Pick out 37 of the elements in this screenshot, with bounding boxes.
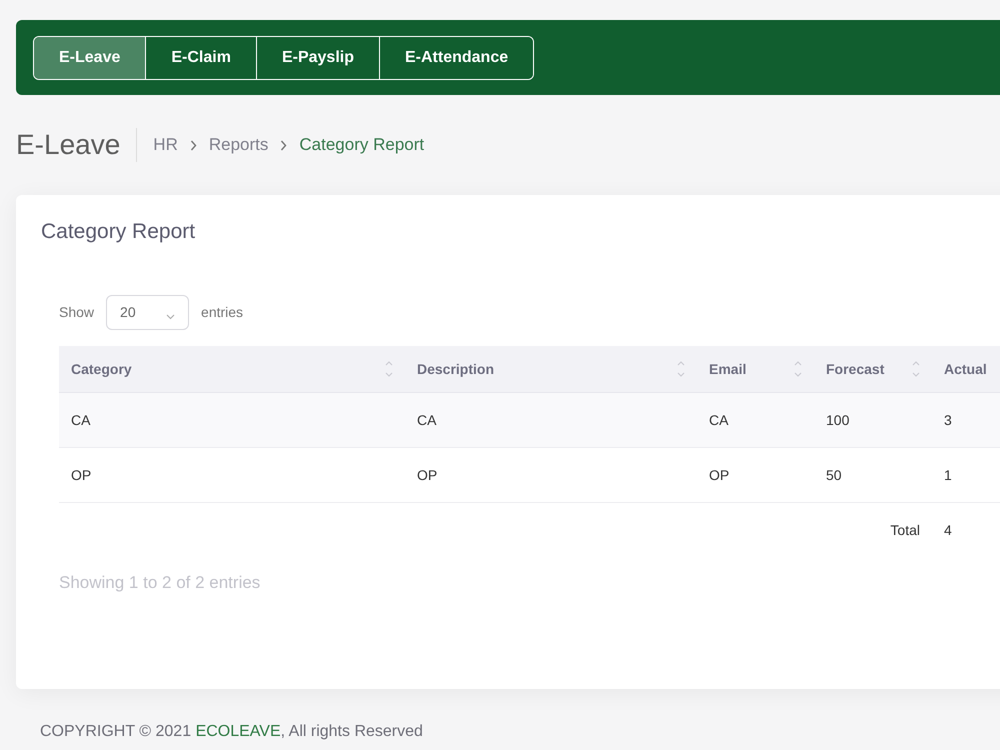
table-cell-text: CA bbox=[417, 410, 436, 430]
table-cell-text: OP bbox=[709, 466, 730, 484]
nav-tab[interactable]: E-Attendance bbox=[378, 36, 534, 78]
column-header[interactable]: Email bbox=[697, 346, 814, 392]
sort-icon bbox=[912, 359, 920, 379]
chevron-right-icon bbox=[280, 140, 288, 150]
breadcrumb-item[interactable]: HR bbox=[153, 132, 178, 158]
table-cell-text: 1 bbox=[944, 466, 952, 484]
table-cell-text: CA bbox=[71, 410, 90, 430]
nav-tab[interactable]: E-Leave bbox=[34, 36, 146, 78]
total-label: Total bbox=[890, 521, 920, 540]
table-cell-text: 100 bbox=[826, 410, 850, 430]
column-header[interactable]: Actual bbox=[932, 346, 1000, 392]
chevron-down-icon bbox=[166, 314, 176, 320]
ecoleave-link[interactable]: ECOLEAVE bbox=[196, 723, 281, 740]
table-cell-text: OP bbox=[71, 466, 92, 484]
table-info: Showing 1 to 2 of 2 entries bbox=[59, 572, 262, 594]
table-cell-text: 3 bbox=[944, 410, 952, 430]
breadcrumb-item[interactable]: Reports bbox=[208, 132, 268, 158]
page-title: E-Leave bbox=[16, 128, 122, 162]
sort-icon bbox=[385, 359, 393, 379]
table-cell-text: CA bbox=[709, 410, 728, 430]
column-header[interactable]: Description bbox=[405, 346, 697, 392]
breadcrumb-item: Category Report bbox=[299, 134, 424, 156]
copyright-text: COPYRIGHT © 2021 ECOLEAVE, All rights Reserved bbox=[40, 723, 424, 741]
table-cell-text: 50 bbox=[826, 466, 842, 484]
table-cell-text: OP bbox=[417, 466, 438, 484]
entries-label: entries bbox=[201, 303, 244, 322]
show-label: Show bbox=[59, 303, 94, 322]
column-header[interactable]: Category bbox=[59, 346, 405, 392]
column-header[interactable]: Forecast bbox=[814, 346, 932, 392]
sort-icon bbox=[794, 359, 802, 379]
card-title: Category Report bbox=[41, 219, 196, 245]
chevron-right-icon bbox=[190, 140, 197, 150]
page-length-select[interactable]: 20 bbox=[106, 295, 190, 330]
total-value: 4 bbox=[944, 521, 952, 540]
sort-icon bbox=[677, 359, 685, 379]
